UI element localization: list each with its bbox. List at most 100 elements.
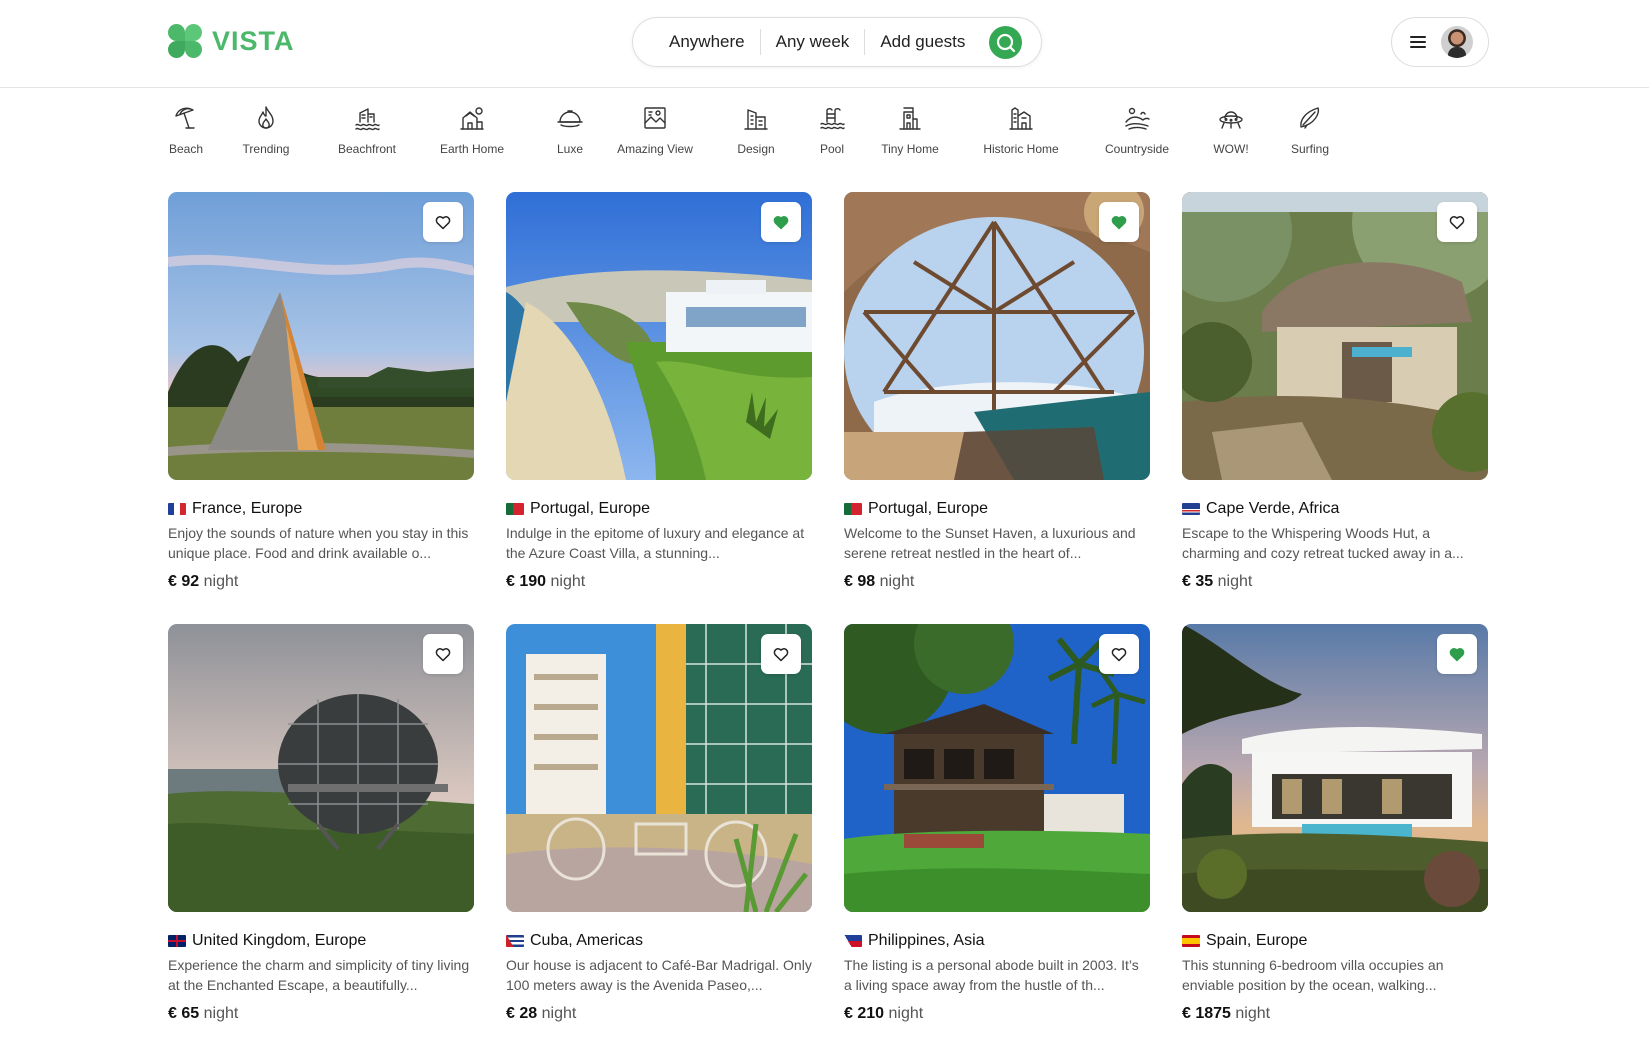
listing-location: Portugal, Europe — [506, 500, 812, 518]
historic-home-icon — [1009, 107, 1033, 130]
user-menu-button[interactable] — [1391, 17, 1489, 67]
category-beachfront[interactable]: Beachfront — [334, 100, 400, 156]
listing-card[interactable]: Portugal, Europe Welcome to the Sunset H… — [844, 192, 1150, 591]
currency-symbol: € — [1182, 1005, 1191, 1022]
listing-location-text: Cape Verde, Africa — [1206, 500, 1340, 517]
category-label: Historic Home — [983, 142, 1059, 156]
price-value: 1875 — [1195, 1005, 1231, 1022]
favorite-button[interactable] — [423, 202, 463, 242]
price-value: 35 — [1195, 573, 1214, 590]
listing-location: Spain, Europe — [1182, 932, 1488, 950]
listing-photo[interactable] — [844, 624, 1150, 912]
currency-symbol: € — [506, 1005, 515, 1022]
listing-photo[interactable] — [506, 192, 812, 480]
category-luxe[interactable]: Luxe — [548, 100, 592, 156]
price-unit: night — [550, 573, 586, 590]
listing-location-text: Cuba, Americas — [530, 932, 643, 949]
search-when[interactable]: Any week — [761, 32, 865, 52]
flag-portugal-icon — [506, 503, 524, 515]
search-icon — [996, 33, 1015, 52]
listing-card[interactable]: Cuba, Americas Our house is adjacent to … — [506, 624, 812, 1023]
favorite-button[interactable] — [1099, 202, 1139, 242]
price-unit: night — [203, 573, 239, 590]
category-amazing-view[interactable]: Amazing View — [613, 100, 697, 156]
category-label: WOW! — [1213, 142, 1249, 156]
search-button[interactable] — [989, 26, 1022, 59]
heart-filled-icon — [1449, 647, 1465, 661]
heart-filled-icon — [773, 215, 789, 229]
category-label: Trending — [242, 142, 290, 156]
price-value: 28 — [519, 1005, 538, 1022]
category-tiny-home[interactable]: Tiny Home — [879, 100, 941, 156]
favorite-button[interactable] — [423, 634, 463, 674]
listing-card[interactable]: France, Europe Enjoy the sounds of natur… — [168, 192, 474, 591]
listing-photo[interactable] — [168, 192, 474, 480]
search-guests[interactable]: Add guests — [865, 32, 980, 52]
currency-symbol: € — [506, 573, 515, 590]
price-value: 190 — [519, 573, 547, 590]
favorite-button[interactable] — [761, 634, 801, 674]
heart-outline-icon — [435, 647, 451, 661]
earth-home-icon — [460, 107, 484, 130]
brand-logo[interactable]: VISTA — [168, 24, 295, 58]
category-trending[interactable]: Trending — [237, 100, 295, 156]
heart-outline-icon — [1449, 215, 1465, 229]
listing-price: € 65 night — [168, 1005, 474, 1023]
listing-photo[interactable] — [1182, 624, 1488, 912]
top-header: VISTA Anywhere Any week Add guests — [0, 0, 1649, 88]
category-pool[interactable]: Pool — [812, 100, 852, 156]
category-historic-home[interactable]: Historic Home — [980, 100, 1062, 156]
category-label: Design — [737, 142, 775, 156]
listing-card[interactable]: Philippines, Asia The listing is a perso… — [844, 624, 1150, 1023]
listing-photo[interactable] — [844, 192, 1150, 480]
listing-card[interactable]: Spain, Europe This stunning 6-bedroom vi… — [1182, 624, 1488, 1023]
beachfront-icon — [355, 108, 380, 131]
category-label: Countryside — [1104, 142, 1170, 156]
currency-symbol: € — [168, 573, 177, 590]
category-wow[interactable]: WOW! — [1209, 100, 1253, 156]
favorite-button[interactable] — [761, 202, 801, 242]
hamburger-icon — [1410, 36, 1426, 48]
heart-filled-icon — [1111, 215, 1127, 229]
price-unit: night — [1235, 1005, 1271, 1022]
surfboard-icon — [1300, 107, 1320, 129]
favorite-button[interactable] — [1437, 634, 1477, 674]
category-label: Luxe — [556, 142, 584, 156]
avatar — [1441, 26, 1473, 58]
price-value: 65 — [181, 1005, 200, 1022]
category-countryside[interactable]: Countryside — [1102, 100, 1172, 156]
clover-logo-icon — [168, 24, 202, 58]
category-beach[interactable]: Beach — [161, 100, 211, 156]
countryside-icon — [1125, 107, 1150, 130]
listing-photo[interactable] — [1182, 192, 1488, 480]
listing-photo[interactable] — [506, 624, 812, 912]
flag-philippines-icon — [844, 935, 862, 947]
flame-icon — [258, 106, 274, 129]
favorite-button[interactable] — [1099, 634, 1139, 674]
listing-price: € 98 night — [844, 573, 1150, 591]
currency-symbol: € — [844, 1005, 853, 1022]
listing-card[interactable]: United Kingdom, Europe Experience the ch… — [168, 624, 474, 1023]
listing-description: Our house is adjacent to Café-Bar Madrig… — [506, 957, 812, 993]
category-design[interactable]: Design — [734, 100, 778, 156]
category-earth-home[interactable]: Earth Home — [437, 100, 507, 156]
flag-spain-icon — [1182, 935, 1200, 947]
brand-name: VISTA — [212, 25, 295, 56]
favorite-button[interactable] — [1437, 202, 1477, 242]
listing-price: € 35 night — [1182, 573, 1488, 591]
currency-symbol: € — [168, 1005, 177, 1022]
listing-photo[interactable] — [168, 624, 474, 912]
listing-card[interactable]: Cape Verde, Africa Escape to the Whisper… — [1182, 192, 1488, 591]
category-surfing[interactable]: Surfing — [1284, 100, 1336, 156]
search-where[interactable]: Anywhere — [669, 32, 760, 52]
flag-uk-icon — [168, 935, 186, 947]
pool-icon — [820, 108, 845, 130]
search-bar[interactable]: Anywhere Any week Add guests — [632, 17, 1042, 67]
listing-location-text: Portugal, Europe — [530, 500, 651, 517]
price-unit: night — [1217, 573, 1253, 590]
listing-description: Experience the charm and simplicity of t… — [168, 957, 470, 993]
tiny-home-icon — [899, 107, 921, 130]
listing-card[interactable]: Portugal, Europe Indulge in the epitome … — [506, 192, 812, 591]
heart-outline-icon — [1111, 647, 1127, 661]
category-label: Surfing — [1290, 142, 1330, 156]
